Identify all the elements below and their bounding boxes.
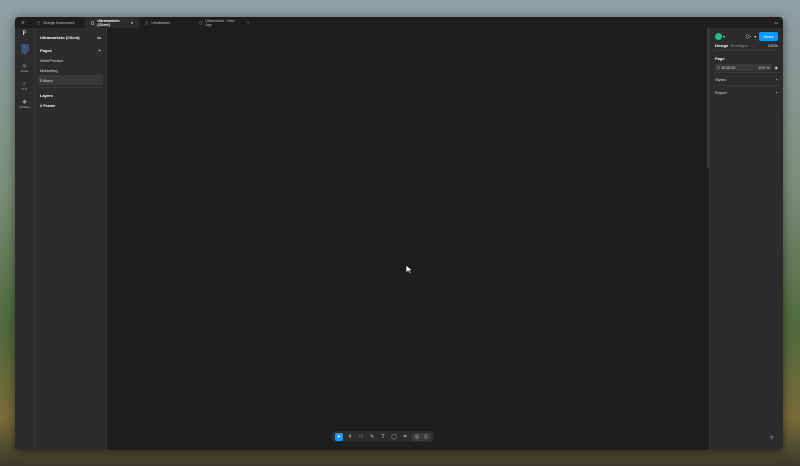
- tab-0[interactable]: ▢ Bologic Businesses: [31, 17, 85, 28]
- page-label: Web/Product: [40, 57, 64, 63]
- tab-1[interactable]: ▢ Ultramarketo (Client) ×: [85, 17, 139, 28]
- chevron-down-icon: ▾: [754, 33, 757, 39]
- divider: [38, 87, 103, 88]
- page-item[interactable]: Web/Product: [38, 55, 103, 65]
- layers-panel: Ultramarketo (Client) ▭ Pages + Web/Produc…: [35, 28, 107, 450]
- page-item-selected[interactable]: Editors: [38, 75, 103, 85]
- file-icon: ▢: [91, 20, 95, 25]
- canvas[interactable]: [107, 28, 709, 450]
- chevron-down-icon: ▾: [723, 33, 726, 39]
- variables-icon: ◉: [22, 99, 27, 105]
- tab-3[interactable]: ▢ Ultramarket - Web App: [193, 17, 247, 28]
- frame-icon: #: [40, 102, 43, 108]
- tab-design[interactable]: Design: [715, 43, 728, 48]
- figma-logo-icon[interactable]: F: [15, 31, 34, 37]
- file-name[interactable]: Ultramarketo (Client): [40, 35, 80, 40]
- opacity-value: 100: [758, 65, 765, 70]
- move-tool-icon[interactable]: ➤: [335, 432, 343, 441]
- avatar[interactable]: [715, 32, 722, 40]
- dev-mode-icon[interactable]: ⟨⟩: [422, 433, 430, 441]
- layer-label: Frame: [43, 102, 56, 108]
- text-tool-icon[interactable]: T: [379, 433, 387, 441]
- add-style-icon[interactable]: +: [776, 77, 778, 82]
- color-hex: 1E1E1E: [721, 65, 736, 70]
- actions-tool-icon[interactable]: ⌗: [401, 433, 409, 441]
- present-icon[interactable]: ▷: [747, 33, 752, 40]
- comment-tool-icon[interactable]: ◯: [390, 433, 398, 441]
- figma-window: ☰ ▢ Bologic Businesses ▢ Ultramarketo (Cli…: [15, 17, 783, 450]
- share-button[interactable]: Share: [759, 31, 778, 41]
- zoom-level[interactable]: 100%: [768, 43, 778, 48]
- file-icon: ▫: [20, 44, 29, 52]
- page-item[interactable]: Marketing: [38, 65, 103, 75]
- opacity-unit: %: [765, 65, 770, 70]
- shape-tool-icon[interactable]: □: [357, 433, 365, 441]
- page-label: Editors: [40, 77, 53, 83]
- tab-prototype[interactable]: Prototype: [731, 43, 748, 48]
- export-section: Export: [715, 90, 727, 95]
- file-icon: ▢: [199, 20, 203, 25]
- eye-icon[interactable]: ◉: [775, 65, 779, 70]
- layers-heading: Layers: [40, 92, 53, 98]
- page-label: Marketing: [40, 67, 58, 73]
- find-icon: ⌕: [23, 81, 26, 87]
- new-tab-icon[interactable]: +: [247, 21, 249, 25]
- add-export-icon[interactable]: +: [776, 90, 778, 95]
- frame-tool-icon[interactable]: #: [346, 433, 354, 441]
- layer-item[interactable]: # Frame: [38, 100, 103, 110]
- menu-icon[interactable]: ☰: [15, 21, 31, 25]
- page-section-title: Page: [715, 55, 725, 61]
- properties-panel: ▾ ▷ ▾ Share Design Prototype 100% Page 1E1E…: [709, 28, 783, 450]
- cursor-icon: [405, 264, 414, 275]
- rail-file[interactable]: ▫ File: [15, 44, 34, 55]
- design-mode-icon[interactable]: ◎: [413, 433, 421, 441]
- rail-find[interactable]: ⌕ Find: [15, 80, 34, 91]
- bottom-toolbar: ➤ # □ ✎ T ◯ ⌗ ◎ ⟨⟩: [332, 431, 434, 442]
- tab-2[interactable]: ▢ UltraMarket: [139, 17, 193, 28]
- pages-heading: Pages: [40, 47, 52, 53]
- close-icon[interactable]: ×: [131, 21, 133, 25]
- tab-bar: ☰ ▢ Bologic Businesses ▢ Ultramarketo (Cli…: [15, 17, 783, 28]
- left-rail: F ▫ File ◎ Assets ⌕ Find ◉ Variables: [15, 28, 35, 450]
- rail-assets[interactable]: ◎ Assets: [15, 62, 34, 73]
- panel-toggle-icon[interactable]: ▭: [97, 35, 101, 40]
- page-color-field[interactable]: 1E1E1E 100 %: [715, 64, 772, 71]
- rail-variables[interactable]: ◉ Variables: [15, 98, 34, 109]
- file-icon: ▢: [37, 20, 41, 25]
- styles-section: Styles: [715, 76, 726, 82]
- file-icon: ▢: [145, 20, 149, 25]
- add-page-icon[interactable]: +: [99, 48, 101, 53]
- help-button[interactable]: ?: [770, 436, 773, 442]
- assets-icon: ◎: [22, 63, 27, 69]
- more-icon[interactable]: •••: [774, 21, 778, 25]
- color-swatch: [717, 66, 720, 69]
- pen-tool-icon[interactable]: ✎: [368, 433, 376, 441]
